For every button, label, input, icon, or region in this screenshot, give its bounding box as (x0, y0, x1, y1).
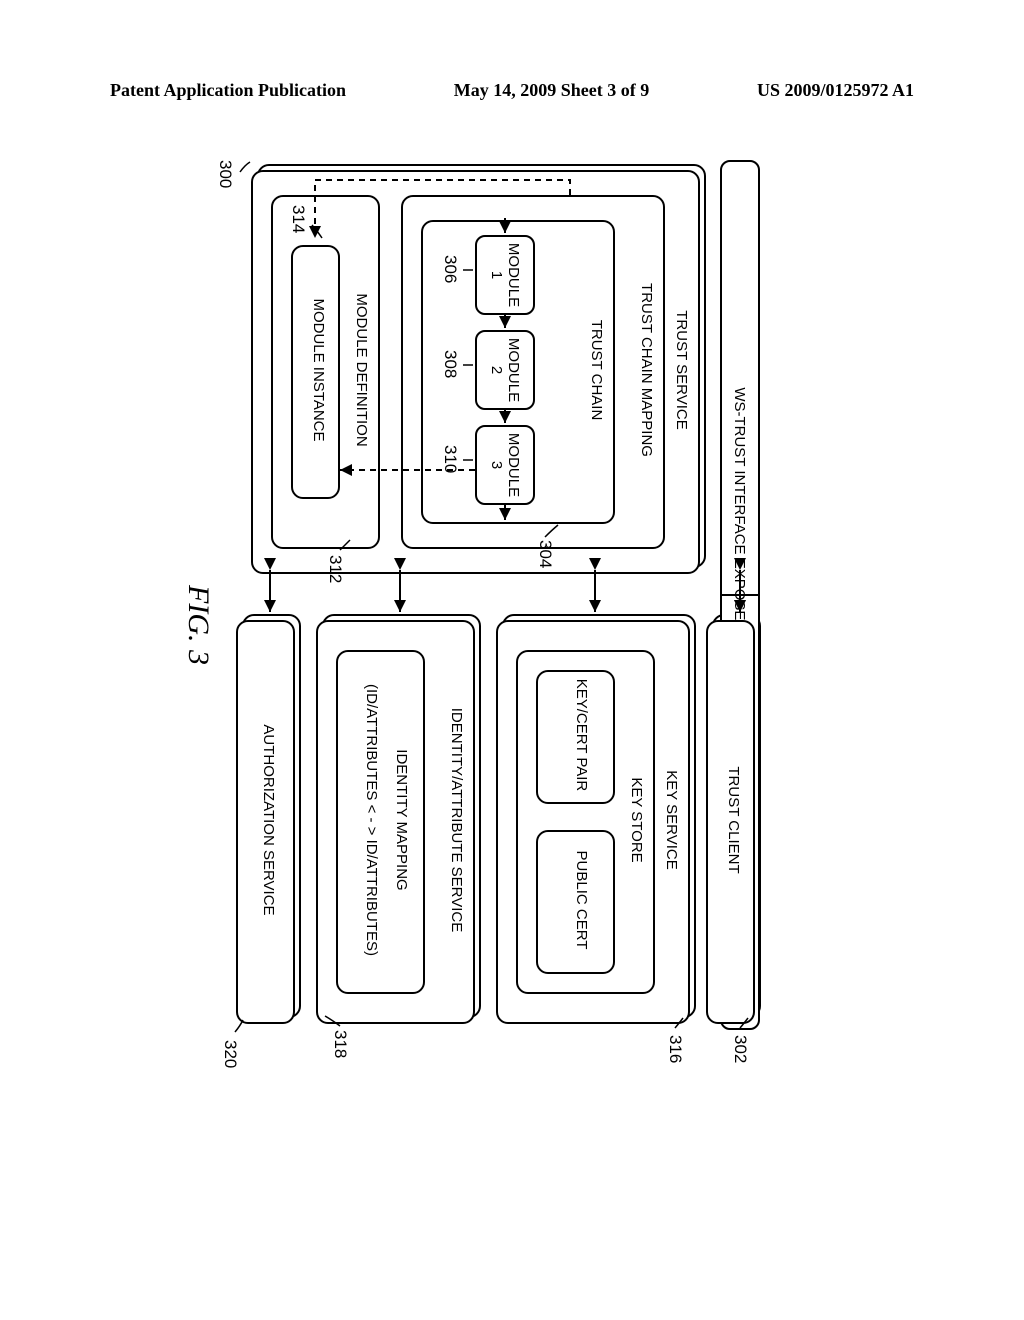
ref-304: 304 (535, 540, 555, 568)
key-service-label: KEY SERVICE (663, 630, 680, 1010)
header-left: Patent Application Publication (110, 80, 346, 101)
ref-312: 312 (325, 555, 345, 583)
module-1-label: MODULE 1 (488, 241, 522, 309)
public-cert-label: PUBLIC CERT (573, 835, 590, 965)
trust-client-label: TRUST CLIENT (725, 630, 742, 1010)
keycert-pair-label: KEY/CERT PAIR (573, 675, 590, 795)
figure-caption: FIG. 3 (181, 585, 215, 665)
module-2-label: MODULE 2 (488, 336, 522, 404)
figure-3-diagram: WS-TRUST INTERFACE EXPOSED AS WSDL AND J… (120, 150, 770, 1100)
ref-314: 314 (288, 205, 308, 233)
module-3-box: MODULE 3 (475, 425, 535, 505)
module-definition-label: MODULE DEFINITION (353, 205, 370, 535)
ref-302: 302 (730, 1035, 750, 1063)
ref-310: 310 (440, 445, 460, 473)
ref-318: 318 (330, 1030, 350, 1058)
key-store-label: KEY STORE (628, 660, 645, 980)
identity-mapping-box (336, 650, 425, 994)
identity-mapping-l1: IDENTITY MAPPING (393, 660, 410, 980)
page-header: Patent Application Publication May 14, 2… (0, 80, 1024, 101)
ref-306: 306 (440, 255, 460, 283)
module-2-box: MODULE 2 (475, 330, 535, 410)
ref-316: 316 (665, 1035, 685, 1063)
ref-320: 320 (220, 1040, 240, 1068)
identity-mapping-l2: (ID/ATTRIBUTES < - > ID/ATTRIBUTES) (363, 660, 380, 980)
trust-chain-label: TRUST CHAIN (588, 230, 605, 510)
ref-300: 300 (215, 160, 235, 188)
trust-chain-mapping-label: TRUST CHAIN MAPPING (638, 205, 655, 535)
header-center: May 14, 2009 Sheet 3 of 9 (454, 80, 649, 101)
module-instance-label: MODULE INSTANCE (310, 255, 327, 485)
authorization-service-label: AUTHORIZATION SERVICE (260, 630, 277, 1010)
ref-308: 308 (440, 350, 460, 378)
module-3-label: MODULE 3 (488, 431, 522, 499)
identity-service-label: IDENTITY/ATTRIBUTE SERVICE (448, 630, 465, 1010)
module-1-box: MODULE 1 (475, 235, 535, 315)
trust-service-label: TRUST SERVICE (673, 180, 690, 560)
header-right: US 2009/0125972 A1 (757, 80, 914, 101)
